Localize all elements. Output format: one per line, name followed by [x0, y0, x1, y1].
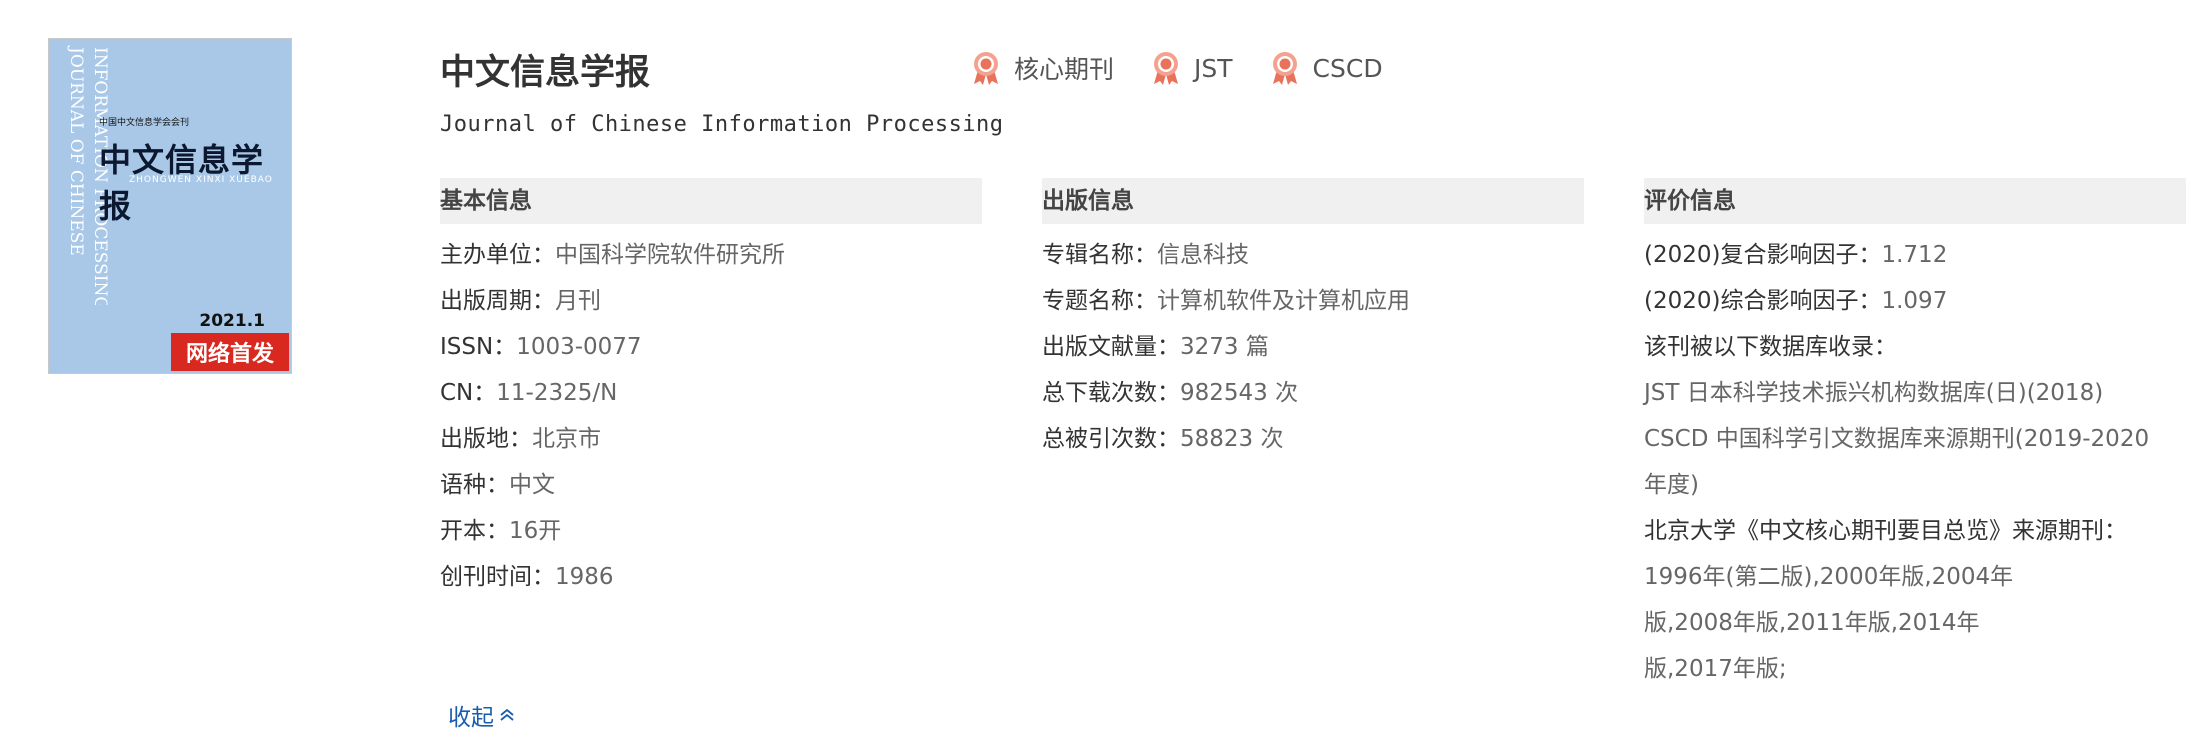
info-label: 语种：: [440, 472, 509, 498]
info-value: 1003-0077: [516, 334, 642, 360]
online-first-badge: 网络首发: [171, 333, 289, 371]
info-label: (2020)综合影响因子：: [1644, 288, 1882, 314]
journal-detail-page: JOURNAL OF CHINESE INFORMATION PROCESSIN…: [0, 0, 2204, 736]
journal-english-title: Journal of Chinese Information Processin…: [440, 112, 1004, 137]
info-row: 主办单位：中国科学院软件研究所: [440, 232, 982, 278]
info-row: ISSN：1003-0077: [440, 324, 982, 370]
cover-issue-date: 2021.1: [199, 311, 265, 331]
journal-cover-image[interactable]: JOURNAL OF CHINESE INFORMATION PROCESSIN…: [48, 38, 292, 374]
pku-core-years-line1: 1996年(第二版),2000年版,2004年: [1644, 564, 2014, 590]
award-ribbon-icon: [1272, 52, 1297, 85]
info-label: 专辑名称：: [1042, 242, 1157, 268]
info-row: 总下载次数：982543 次: [1042, 370, 1584, 416]
info-row: 开本：16开: [440, 508, 982, 554]
info-value: 北京市: [532, 426, 601, 452]
basic-info-section: 基本信息 主办单位：中国科学院软件研究所 出版周期：月刊 ISSN：1003-0…: [440, 178, 982, 600]
info-label: 主办单位：: [440, 242, 555, 268]
cover-society: 中国中文信息学会会刊: [99, 118, 190, 128]
pku-core-label: 北京大学《中文核心期刊要目总览》来源期刊：: [1644, 518, 2127, 544]
info-value: 1.712: [1881, 242, 1948, 268]
info-row: 出版地：北京市: [440, 416, 982, 462]
info-row: 出版文献量：3273 篇: [1042, 324, 1584, 370]
info-row: CN：11-2325/N: [440, 370, 982, 416]
info-row: 语种：中文: [440, 462, 982, 508]
tag-label: JST: [1194, 53, 1233, 83]
cover-vertical-text-1: JOURNAL OF CHINESE: [66, 45, 86, 256]
info-label: (2020)复合影响因子：: [1644, 242, 1882, 268]
info-value: 982543 次: [1180, 380, 1299, 406]
info-value: 月刊: [555, 288, 601, 314]
tag-label: CSCD: [1312, 53, 1383, 83]
pku-core-years-line2: 版,2008年版,2011年版,2014年: [1644, 610, 1980, 636]
tag-cscd: CSCD: [1269, 50, 1383, 86]
info-label: CN：: [440, 380, 497, 406]
info-row: 专题名称：计算机软件及计算机应用: [1042, 278, 1584, 324]
tag-label: 核心期刊: [1014, 55, 1115, 84]
info-value: 58823 次: [1180, 426, 1284, 452]
publication-info-section: 出版信息 专辑名称：信息科技 专题名称：计算机软件及计算机应用 出版文献量：32…: [1042, 178, 1584, 462]
info-label: 开本：: [440, 518, 509, 544]
info-row: 总被引次数：58823 次: [1042, 416, 1584, 462]
info-label: 创刊时间：: [440, 564, 555, 590]
database-cscd-line1: CSCD 中国科学引文数据库来源期刊(2019-2020: [1644, 426, 2150, 452]
tag-jst: JST: [1150, 50, 1233, 86]
section-heading: 出版信息: [1042, 178, 1584, 224]
info-label: ISSN：: [440, 334, 517, 360]
journal-title: 中文信息学报: [440, 53, 651, 93]
info-value: 中国科学院软件研究所: [555, 242, 785, 268]
section-heading: 评价信息: [1644, 178, 2186, 224]
info-label: 出版周期：: [440, 288, 555, 314]
info-value: 16开: [509, 518, 562, 544]
tag-core-journal: 核心期刊: [970, 50, 1114, 86]
double-chevron-up-icon: [500, 708, 514, 721]
info-row: 出版周期：月刊: [440, 278, 982, 324]
info-label: 专题名称：: [1042, 288, 1157, 314]
info-value: 1.097: [1881, 288, 1948, 314]
info-value: 信息科技: [1157, 242, 1249, 268]
impact-factor-overall: (2020)综合影响因子：1.097: [1644, 278, 2186, 324]
info-value: 1986: [555, 564, 614, 590]
database-label: 该刊被以下数据库收录：: [1644, 334, 1897, 360]
info-label: 出版文献量：: [1042, 334, 1180, 360]
impact-factor-composite: (2020)复合影响因子：1.712: [1644, 232, 2186, 278]
award-ribbon-icon: [1154, 52, 1179, 85]
pku-core-years-line3: 版,2017年版;: [1644, 656, 1787, 682]
database-cscd-line2: 年度): [1644, 472, 1699, 498]
cover-pinyin: ZHONGWEN XINXI XUEBAO: [129, 175, 273, 185]
info-label: 总被引次数：: [1042, 426, 1180, 452]
collapse-label: 收起: [448, 705, 494, 731]
award-ribbon-icon: [974, 52, 998, 85]
section-heading: 基本信息: [440, 178, 982, 224]
info-value: 中文: [509, 472, 555, 498]
journal-tags: 核心期刊 JST CSCD: [970, 50, 1419, 86]
info-value: 3273 篇: [1180, 334, 1269, 360]
info-row: 创刊时间：1986: [440, 554, 982, 600]
info-label: 出版地：: [440, 426, 532, 452]
database-jst: JST 日本科学技术振兴机构数据库(日)(2018): [1644, 380, 2104, 406]
info-value: 11-2325/N: [496, 380, 618, 406]
info-label: 总下载次数：: [1042, 380, 1180, 406]
info-row: 专辑名称：信息科技: [1042, 232, 1584, 278]
collapse-link[interactable]: 收起: [448, 698, 516, 732]
info-value: 计算机软件及计算机应用: [1157, 288, 1410, 314]
evaluation-info-section: 评价信息 (2020)复合影响因子：1.712 (2020)综合影响因子：1.0…: [1644, 178, 2186, 692]
